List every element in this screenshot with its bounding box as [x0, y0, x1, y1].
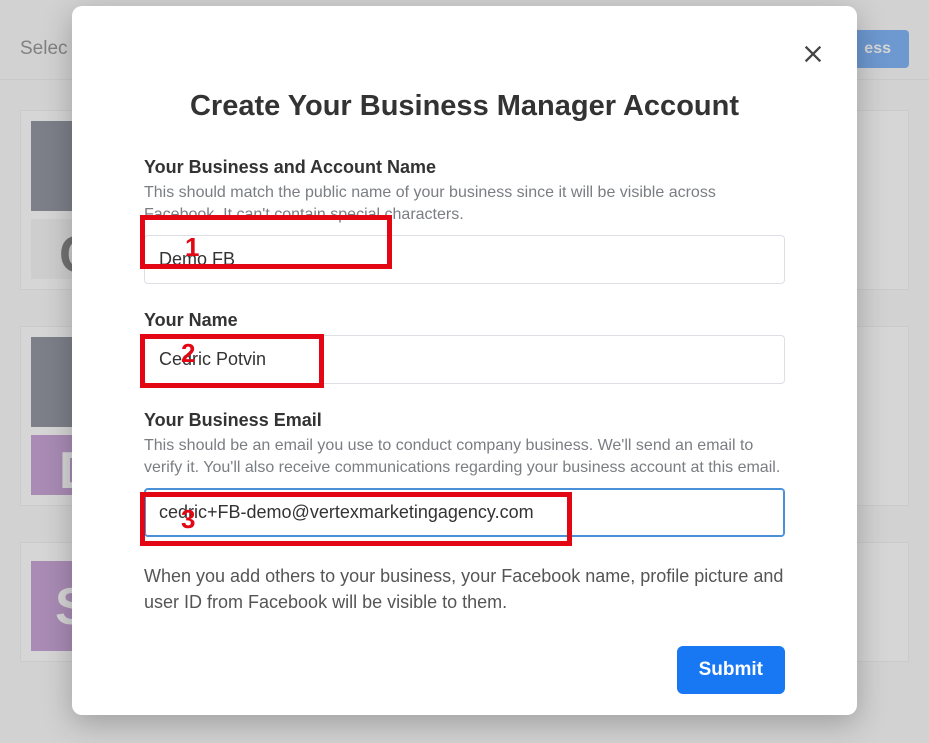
- modal-title: Create Your Business Manager Account: [144, 90, 785, 123]
- business-name-input[interactable]: [144, 235, 785, 284]
- business-email-input[interactable]: [144, 488, 785, 537]
- close-icon: [802, 43, 824, 65]
- business-name-hint: This should match the public name of you…: [144, 182, 785, 225]
- close-button[interactable]: [799, 40, 827, 68]
- your-name-input[interactable]: [144, 335, 785, 384]
- field-your-name: Your Name: [144, 310, 785, 384]
- field-business-name: Your Business and Account Name This shou…: [144, 157, 785, 284]
- disclosure-text: When you add others to your business, yo…: [144, 563, 785, 615]
- business-name-label: Your Business and Account Name: [144, 157, 785, 178]
- your-name-label: Your Name: [144, 310, 785, 331]
- business-email-hint: This should be an email you use to condu…: [144, 435, 785, 478]
- submit-button[interactable]: Submit: [677, 646, 785, 694]
- create-business-modal: Create Your Business Manager Account You…: [72, 6, 857, 715]
- business-email-label: Your Business Email: [144, 410, 785, 431]
- field-business-email: Your Business Email This should be an em…: [144, 410, 785, 537]
